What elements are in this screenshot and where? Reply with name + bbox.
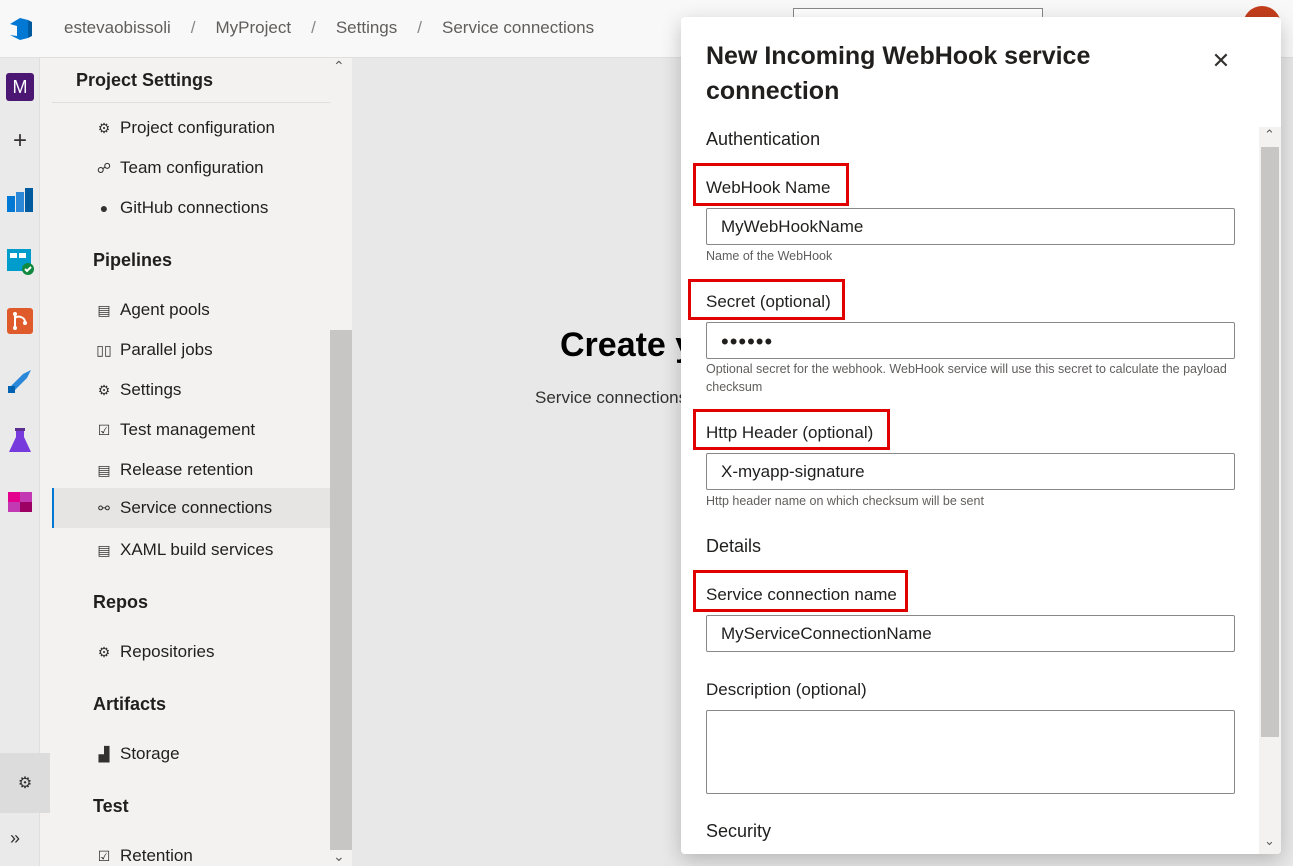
left-rail: M + ⚙ » — [0, 58, 50, 866]
http-header-helper: Http header name on which checksum will … — [706, 494, 984, 508]
retention-icon: ☑ — [97, 847, 111, 864]
nav-item-label: XAML build services — [120, 540, 274, 559]
nav-item-project-configuration[interactable]: ⚙ Project configuration — [52, 108, 330, 148]
breadcrumb: estevaobissoli / MyProject / Settings / … — [64, 18, 594, 38]
nav-item-label: Storage — [120, 744, 180, 763]
breadcrumb-separator: / — [311, 18, 316, 37]
nav-item-label: Settings — [120, 380, 182, 399]
breadcrumb-project[interactable]: MyProject — [216, 18, 292, 38]
nav-item-label: Parallel jobs — [120, 340, 213, 359]
nav-item-settings[interactable]: ⚙ Settings — [52, 370, 330, 410]
nav-item-github-connections[interactable]: ● GitHub connections — [52, 188, 330, 228]
description-label: Description (optional) — [706, 680, 867, 699]
webhook-name-helper: Name of the WebHook — [706, 249, 833, 263]
scroll-up-icon[interactable]: ⌃ — [333, 58, 345, 75]
panel-title: New Incoming WebHook service connection — [706, 42, 1091, 105]
scroll-up-icon[interactable]: ⌃ — [1264, 127, 1275, 143]
nav-group-pipelines: Pipelines — [93, 250, 173, 270]
secret-helper: Optional secret for the webhook. WebHook… — [706, 362, 1227, 394]
nav-item-repositories[interactable]: ⚙ Repositories — [52, 632, 330, 672]
project-badge[interactable]: M — [6, 73, 34, 101]
gear-icon: ⚙ — [97, 381, 111, 398]
nav-item-label: GitHub connections — [120, 198, 269, 217]
nav-item-parallel-jobs[interactable]: ▯▯ Parallel jobs — [52, 330, 330, 370]
nav-item-label: Repositories — [120, 642, 215, 661]
overview-icon[interactable] — [5, 186, 35, 216]
add-icon[interactable]: + — [5, 126, 35, 156]
webhook-name-field[interactable]: MyWebHookName — [706, 208, 1235, 245]
boards-icon[interactable] — [5, 246, 35, 276]
parallel-jobs-icon: ▯▯ — [96, 341, 112, 358]
settings-nav: Project Settings ⚙ Project configuration… — [52, 58, 330, 866]
nav-item-test-management[interactable]: ☑ Test management — [52, 410, 330, 450]
scrollbar-thumb[interactable] — [1261, 147, 1279, 737]
nav-group-test: Test — [93, 796, 129, 816]
release-retention-icon: ▤ — [97, 461, 111, 478]
scroll-down-icon[interactable]: ⌄ — [1264, 833, 1275, 849]
breadcrumb-settings[interactable]: Settings — [336, 18, 397, 38]
project-settings-gear-icon[interactable]: ⚙ — [0, 753, 50, 813]
repositories-icon: ⚙ — [97, 643, 111, 660]
divider — [52, 102, 330, 103]
http-header-field[interactable]: X-myapp-signature — [706, 453, 1235, 490]
new-service-connection-panel: New Incoming WebHook service connection … — [681, 17, 1281, 854]
close-icon[interactable]: ✕ — [1209, 48, 1233, 73]
nav-item-label: Retention — [120, 846, 193, 865]
http-header-label: Http Header (optional) — [706, 423, 874, 442]
nav-item-retention[interactable]: ☑ Retention — [52, 836, 330, 866]
nav-group-artifacts: Artifacts — [93, 694, 167, 714]
webhook-name-label: WebHook Name — [706, 178, 831, 197]
breadcrumb-service-connections[interactable]: Service connections — [442, 18, 594, 38]
page-subtitle: Service connections — [535, 388, 688, 407]
breadcrumb-separator: / — [417, 18, 422, 37]
storage-icon: ▟ — [98, 745, 110, 762]
nav-group-repos: Repos — [93, 592, 149, 612]
nav-item-label: Test management — [120, 420, 256, 439]
github-icon: ● — [99, 200, 109, 216]
nav-item-team-configuration[interactable]: ☍ Team configuration — [52, 148, 330, 188]
test-plans-icon[interactable] — [5, 426, 35, 456]
authentication-heading: Authentication — [706, 129, 821, 149]
xaml-build-icon: ▤ — [97, 541, 111, 558]
page-title: Create y — [560, 326, 695, 364]
breadcrumb-separator: / — [190, 18, 196, 37]
service-connections-icon: ⚯ — [98, 499, 110, 516]
expand-rail-icon[interactable]: » — [10, 828, 20, 849]
agent-pools-icon: ▤ — [97, 301, 111, 318]
nav-scrollbar[interactable]: ⌃ ⌄ — [330, 58, 352, 866]
pipelines-icon[interactable] — [5, 366, 35, 396]
nav-item-label: Agent pools — [120, 300, 210, 319]
artifacts-icon[interactable] — [5, 486, 35, 516]
azure-devops-logo-icon[interactable] — [6, 14, 36, 44]
nav-item-label: Project configuration — [120, 118, 275, 137]
nav-item-agent-pools[interactable]: ▤ Agent pools — [52, 290, 330, 330]
description-textarea[interactable] — [706, 710, 1235, 794]
nav-item-label: Team configuration — [120, 158, 264, 177]
service-connection-name-field[interactable]: MyServiceConnectionName — [706, 615, 1235, 652]
secret-field[interactable]: •••••• — [706, 322, 1235, 359]
scrollbar-thumb[interactable] — [330, 330, 352, 850]
service-connection-name-label: Service connection name — [706, 585, 897, 604]
panel-scrollbar[interactable]: ⌃ ⌄ — [1259, 127, 1281, 854]
security-heading: Security — [706, 821, 772, 841]
scroll-down-icon[interactable]: ⌄ — [333, 848, 345, 865]
team-config-icon: ☍ — [96, 159, 112, 176]
nav-item-label: Release retention — [120, 460, 254, 479]
details-heading: Details — [706, 536, 762, 556]
secret-label: Secret (optional) — [706, 292, 831, 311]
nav-title: Project Settings — [76, 70, 214, 90]
nav-item-storage[interactable]: ▟ Storage — [52, 734, 330, 774]
nav-item-xaml-build-services[interactable]: ▤ XAML build services — [52, 530, 330, 570]
breadcrumb-organization[interactable]: estevaobissoli — [64, 18, 171, 38]
project-config-icon: ⚙ — [97, 119, 111, 136]
test-management-icon: ☑ — [97, 421, 111, 438]
nav-item-service-connections[interactable]: ⚯ Service connections — [52, 488, 330, 528]
repos-icon[interactable] — [5, 306, 35, 336]
nav-item-release-retention[interactable]: ▤ Release retention — [52, 450, 330, 490]
nav-item-label: Service connections — [120, 498, 273, 517]
